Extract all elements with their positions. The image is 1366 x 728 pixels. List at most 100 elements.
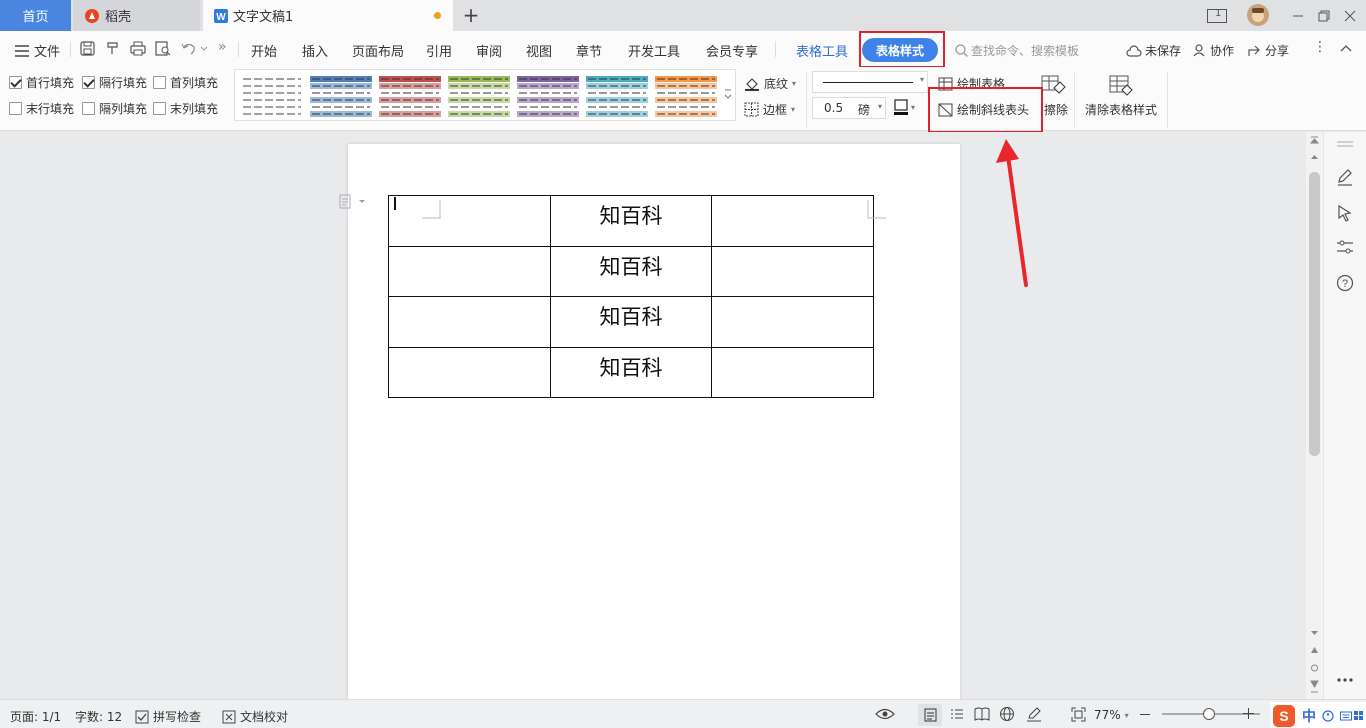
tab-insert[interactable]: 插入: [302, 41, 328, 60]
line-width-select[interactable]: 0.5 磅 ▾: [812, 97, 886, 119]
zoom-select[interactable]: 77% ▾: [1094, 708, 1129, 722]
unsaved-button[interactable]: 未保存: [1126, 42, 1181, 59]
gallery-more-icon[interactable]: [723, 88, 733, 102]
tab-start[interactable]: 开始: [251, 41, 277, 60]
pen-color-button[interactable]: ▾: [893, 99, 915, 115]
checkbox-banded-columns[interactable]: 隔列填充: [82, 100, 147, 117]
table-style-swatch[interactable]: [310, 75, 372, 119]
table-style-swatch[interactable]: [517, 75, 579, 119]
tab-page-layout[interactable]: 页面布局: [352, 41, 404, 60]
more-quick-access[interactable]: »: [218, 39, 227, 55]
spell-check-button[interactable]: 拼写检查: [135, 708, 201, 725]
table-cell[interactable]: [711, 296, 874, 348]
tab-member[interactable]: 会员专享: [706, 41, 758, 60]
scroll-up-icon[interactable]: [1310, 154, 1319, 160]
scroll-down-icon[interactable]: [1310, 630, 1319, 636]
eraser-button[interactable]: [1040, 72, 1066, 96]
reading-view-icon[interactable]: [974, 707, 990, 721]
scrollbar-thumb[interactable]: [1309, 172, 1320, 456]
paragraph-layout-icon[interactable]: [339, 194, 367, 210]
word-count[interactable]: 字数: 12: [75, 708, 122, 725]
panel-grip-icon[interactable]: [1336, 140, 1354, 148]
checkbox-last-row[interactable]: 末行填充: [9, 100, 74, 117]
annotation-arrow-icon: [996, 139, 1028, 287]
table-cell[interactable]: [711, 195, 874, 247]
table-style-swatch[interactable]: [655, 75, 717, 119]
help-icon[interactable]: ?: [1336, 274, 1354, 292]
print-preview-icon[interactable]: [155, 41, 171, 56]
tab-review[interactable]: 审阅: [476, 41, 502, 60]
shading-button[interactable]: 底纹 ▾: [744, 75, 796, 92]
avatar[interactable]: [1246, 3, 1270, 27]
pen-edit-icon[interactable]: [1336, 168, 1354, 186]
more-options-icon[interactable]: ⋮: [1313, 39, 1327, 55]
tab-references[interactable]: 引用: [426, 41, 452, 60]
web-view-icon[interactable]: [999, 706, 1015, 722]
table-style-swatch[interactable]: [586, 75, 648, 119]
doc-check-button[interactable]: 文档校对: [222, 708, 288, 725]
table-cell[interactable]: [711, 245, 874, 297]
document-table[interactable]: 知百科 知百科 知百科 知百科: [388, 195, 874, 398]
file-menu[interactable]: 文件: [15, 41, 60, 60]
checkbox-banded-rows[interactable]: 隔行填充: [82, 74, 147, 91]
print-icon[interactable]: [130, 41, 146, 56]
zoom-slider-knob[interactable]: [1202, 708, 1215, 720]
restore-button[interactable]: [1313, 5, 1335, 27]
table-cell[interactable]: [388, 296, 551, 348]
zoom-in-icon[interactable]: [1243, 708, 1254, 719]
close-button[interactable]: [1339, 5, 1361, 27]
select-browse-icon[interactable]: [1310, 664, 1319, 672]
clear-style-label[interactable]: 清除表格样式: [1085, 101, 1157, 118]
table-style-swatch[interactable]: [241, 75, 303, 119]
ime-toolbar[interactable]: S 中: [1270, 702, 1366, 728]
tab-chapter[interactable]: 章节: [576, 41, 602, 60]
ime-mode: 中: [1302, 709, 1316, 725]
tab-view[interactable]: 视图: [526, 41, 552, 60]
table-cell[interactable]: [388, 245, 551, 297]
table-cell[interactable]: [388, 195, 551, 247]
tab-home[interactable]: 首页: [0, 0, 71, 31]
prev-page-icon[interactable]: [1310, 646, 1319, 654]
page-count[interactable]: 页面: 1/1: [10, 708, 61, 725]
table-cell[interactable]: [388, 346, 551, 398]
table-cell[interactable]: 知百科: [549, 296, 713, 348]
margin-mark-icon: [422, 200, 441, 219]
table-cell[interactable]: 知百科: [549, 346, 713, 398]
scroll-top-icon[interactable]: [1310, 136, 1319, 150]
table-cell[interactable]: [711, 346, 874, 398]
select-cursor-icon[interactable]: [1336, 204, 1354, 222]
checkbox-last-column[interactable]: 末列填充: [153, 100, 218, 117]
share-button[interactable]: 分享: [1248, 42, 1289, 59]
page-view-button[interactable]: [918, 704, 942, 726]
zoom-out-icon[interactable]: [1140, 713, 1150, 716]
checkbox-first-row[interactable]: 首行填充: [9, 74, 74, 91]
more-panel-icon[interactable]: [1336, 677, 1354, 683]
clear-style-button[interactable]: [1108, 73, 1134, 97]
collab-button[interactable]: 协作: [1193, 42, 1234, 59]
minimize-button[interactable]: [1287, 5, 1309, 27]
table-style-swatch[interactable]: [379, 75, 441, 119]
table-style-swatch[interactable]: [448, 75, 510, 119]
tab-daoke[interactable]: 稻壳: [73, 0, 200, 31]
fit-page-icon[interactable]: [1071, 707, 1086, 722]
tab-developer[interactable]: 开发工具: [628, 41, 680, 60]
view-mode-button[interactable]: 1: [1206, 5, 1228, 27]
line-style-select[interactable]: ▾: [812, 71, 928, 93]
settings-sliders-icon[interactable]: [1336, 238, 1354, 256]
table-cell[interactable]: 知百科: [549, 245, 713, 297]
search-box[interactable]: 查找命令、搜索模板: [955, 42, 1079, 59]
write-mode-icon[interactable]: [1026, 706, 1042, 722]
border-button[interactable]: 边框 ▾: [744, 101, 795, 118]
next-page-icon[interactable]: [1310, 680, 1319, 694]
new-tab-button[interactable]: +: [458, 4, 484, 26]
tab-table-tools[interactable]: 表格工具: [796, 41, 848, 60]
collapse-ribbon-icon[interactable]: [1340, 44, 1352, 52]
checkbox-first-column[interactable]: 首列填充: [153, 74, 218, 91]
outline-view-icon[interactable]: [950, 708, 964, 721]
tab-document[interactable]: W 文字文稿1: [203, 0, 453, 31]
table-cell[interactable]: 知百科: [549, 195, 713, 247]
format-painter-icon[interactable]: [105, 41, 120, 56]
undo-icon[interactable]: [181, 41, 207, 56]
eye-protection-icon[interactable]: [875, 707, 895, 721]
save-icon[interactable]: [80, 41, 95, 56]
